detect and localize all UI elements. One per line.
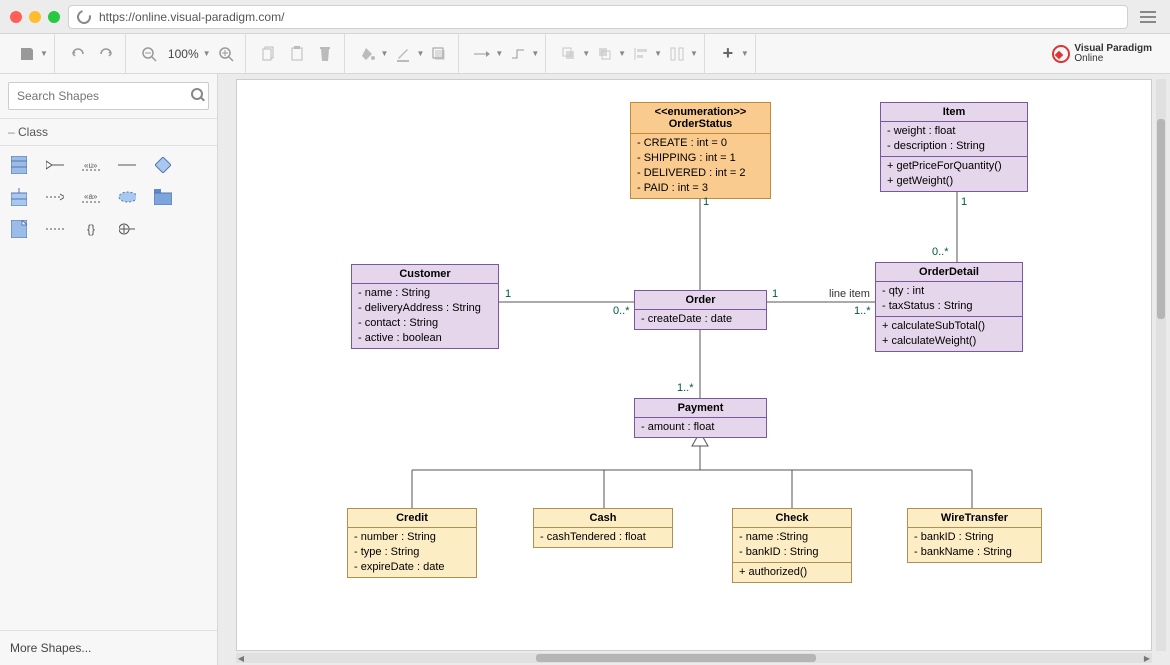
delete-button[interactable]	[312, 41, 338, 67]
class-orderdetail[interactable]: OrderDetail - qty : int- taxStatus : Str…	[875, 262, 1023, 352]
stroke-button[interactable]	[390, 41, 416, 67]
connector-style-button[interactable]	[469, 41, 495, 67]
menu-icon[interactable]	[1136, 7, 1160, 27]
address-bar[interactable]: https://online.visual-paradigm.com/	[68, 5, 1128, 29]
class-customer[interactable]: Customer - name : String- deliveryAddres…	[351, 264, 499, 349]
reload-icon[interactable]	[74, 7, 93, 26]
assoc-name: line item	[829, 288, 870, 300]
copy-button[interactable]	[256, 41, 282, 67]
mult: 1..*	[854, 305, 871, 317]
browser-chrome: https://online.visual-paradigm.com/	[0, 0, 1170, 34]
model-icon[interactable]	[10, 220, 28, 238]
zoom-in-button[interactable]	[213, 41, 239, 67]
class-payment[interactable]: Payment - amount : float	[634, 398, 767, 438]
canvas-area: <<enumeration>>OrderStatus - CREATE : in…	[218, 74, 1170, 665]
add-button[interactable]: +	[715, 41, 741, 67]
aggregation-icon[interactable]	[154, 156, 172, 174]
shadow-button[interactable]	[426, 41, 452, 67]
search-icon	[191, 88, 203, 100]
distribute-button[interactable]	[664, 41, 690, 67]
window-controls	[10, 11, 60, 23]
diagram-canvas[interactable]: <<enumeration>>OrderStatus - CREATE : in…	[236, 79, 1152, 651]
vertical-scrollbar[interactable]	[1156, 79, 1166, 651]
minimize-window-icon[interactable]	[29, 11, 41, 23]
association-icon[interactable]	[118, 156, 136, 174]
to-back-button[interactable]	[592, 41, 618, 67]
align-button[interactable]	[628, 41, 654, 67]
search-shapes-input[interactable]	[8, 82, 209, 110]
fill-button[interactable]	[355, 41, 381, 67]
interface-icon[interactable]	[10, 188, 28, 206]
save-button[interactable]	[14, 41, 40, 67]
class-cash[interactable]: Cash - cashTendered : float	[533, 508, 673, 548]
more-shapes-button[interactable]: More Shapes...	[0, 630, 217, 665]
shapes-sidebar: Class «u» «a» {} More Shapes...	[0, 74, 218, 665]
url-text: https://online.visual-paradigm.com/	[99, 10, 284, 24]
dependency-icon[interactable]	[46, 188, 64, 206]
collaboration-icon[interactable]	[118, 188, 136, 206]
mult: 0..*	[932, 246, 949, 258]
realization-icon[interactable]	[46, 220, 64, 238]
svg-text:«a»: «a»	[84, 192, 98, 201]
class-wiretransfer[interactable]: WireTransfer - bankID : String- bankName…	[907, 508, 1042, 563]
close-window-icon[interactable]	[10, 11, 22, 23]
zoom-out-button[interactable]	[136, 41, 162, 67]
class-check[interactable]: Check - name :String- bankID : String + …	[732, 508, 852, 583]
mult: 1..*	[677, 382, 694, 394]
abstraction-icon[interactable]: «a»	[82, 188, 100, 206]
constraint-icon[interactable]: {}	[82, 220, 100, 238]
maximize-window-icon[interactable]	[48, 11, 60, 23]
waypoint-button[interactable]	[505, 41, 531, 67]
class-orderstatus[interactable]: <<enumeration>>OrderStatus - CREATE : in…	[630, 102, 771, 199]
to-front-button[interactable]	[556, 41, 582, 67]
mult: 1	[505, 288, 511, 300]
mult: 1	[961, 196, 967, 208]
paste-button[interactable]	[284, 41, 310, 67]
mult: 1	[703, 196, 709, 208]
zoom-level[interactable]: 100%	[164, 47, 203, 61]
svg-text:«u»: «u»	[84, 161, 98, 170]
toolbar: ▼ 100%▼ ▼ ▼ ▼ ▼ ▼ ▼ ▼ ▼ +▼ Visual Paradi…	[0, 34, 1170, 74]
attrs: - CREATE : int = 0- SHIPPING : int = 1- …	[631, 133, 770, 198]
class-panel-header[interactable]: Class	[0, 118, 217, 146]
redo-button[interactable]	[93, 41, 119, 67]
mult: 0..*	[613, 305, 630, 317]
containment-icon[interactable]	[118, 220, 136, 238]
class-shape-icon[interactable]	[10, 156, 28, 174]
class-item[interactable]: Item - weight : float- description : Str…	[880, 102, 1028, 192]
mult: 1	[772, 288, 778, 300]
shape-palette: «u» «a» {}	[0, 146, 217, 248]
package-icon[interactable]	[154, 188, 172, 206]
usage-icon[interactable]: «u»	[82, 156, 100, 174]
horizontal-scrollbar[interactable]: ◀ ▶	[236, 653, 1152, 663]
brand-logo[interactable]: Visual ParadigmOnline	[1052, 44, 1162, 64]
logo-icon	[1052, 45, 1070, 63]
generalization-icon[interactable]	[46, 156, 64, 174]
class-order[interactable]: Order - createDate : date	[634, 290, 767, 330]
class-credit[interactable]: Credit - number : String- type : String-…	[347, 508, 477, 578]
undo-button[interactable]	[65, 41, 91, 67]
